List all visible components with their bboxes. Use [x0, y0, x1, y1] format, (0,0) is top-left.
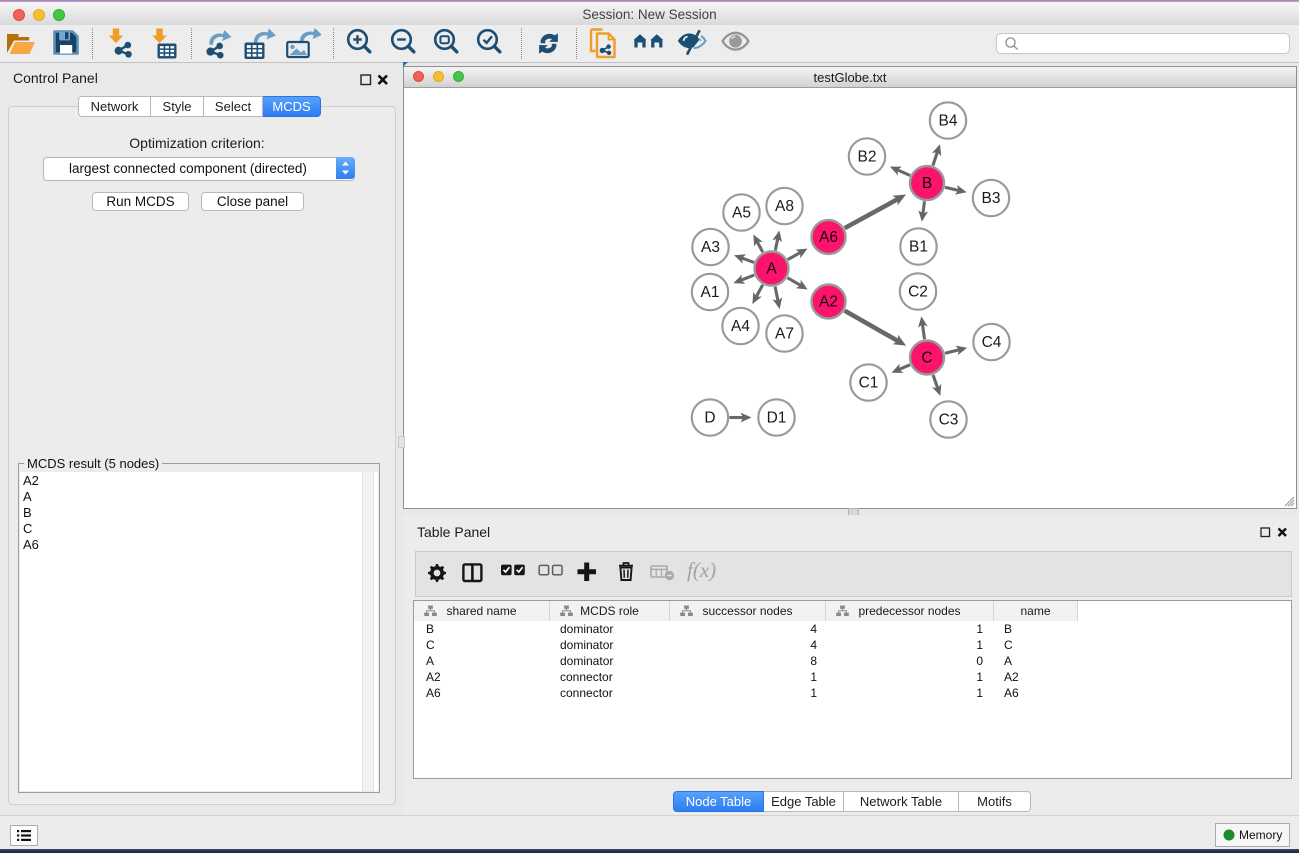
svg-text:D1: D1: [767, 410, 787, 427]
svg-text:C4: C4: [982, 334, 1002, 351]
svg-text:B1: B1: [909, 239, 928, 256]
svg-text:A: A: [766, 261, 777, 278]
svg-text:A6: A6: [819, 229, 838, 246]
svg-text:A5: A5: [732, 205, 751, 222]
svg-text:A4: A4: [731, 318, 750, 335]
svg-text:A7: A7: [775, 326, 794, 343]
svg-text:A1: A1: [701, 284, 720, 301]
svg-text:A8: A8: [775, 198, 794, 215]
svg-text:B: B: [922, 175, 932, 192]
svg-text:A2: A2: [819, 294, 838, 311]
svg-text:B4: B4: [939, 113, 958, 130]
svg-text:C2: C2: [908, 284, 928, 301]
svg-text:A3: A3: [701, 239, 720, 256]
svg-text:C3: C3: [939, 412, 959, 429]
svg-text:C: C: [921, 350, 932, 367]
svg-text:B2: B2: [858, 149, 877, 166]
svg-text:B3: B3: [982, 190, 1001, 207]
svg-text:D: D: [704, 410, 715, 427]
svg-text:C1: C1: [859, 375, 879, 392]
